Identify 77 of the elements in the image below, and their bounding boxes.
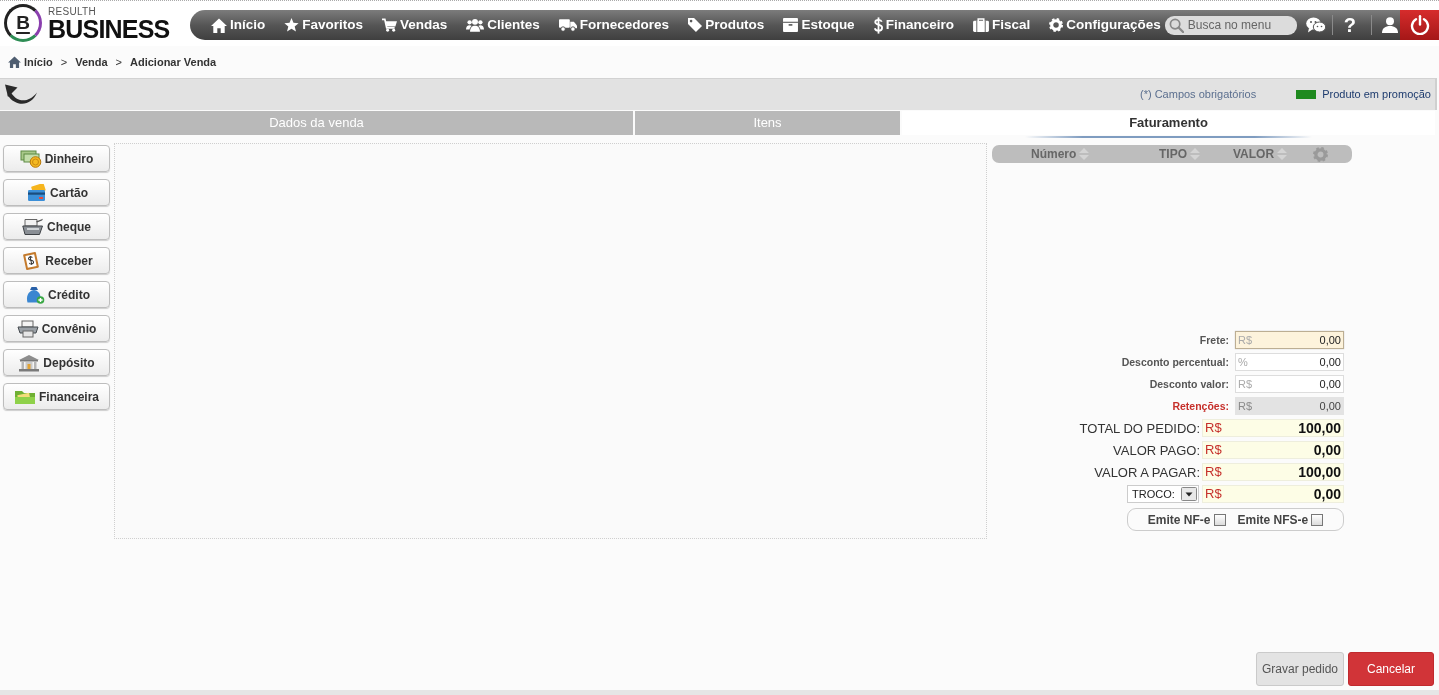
total-label: TOTAL DO PEDIDO: (1079, 420, 1200, 436)
menu-link[interactable]: Fornecedores (558, 14, 670, 36)
tab[interactable]: Faturamento (902, 111, 1435, 138)
required-fields-note: (*) Campos obrigatórios (1140, 87, 1257, 103)
change-select[interactable]: TROCO: (1127, 485, 1199, 503)
checkbox[interactable] (1213, 513, 1226, 526)
printer-icon (16, 319, 39, 338)
menu-link[interactable]: Clientes (466, 14, 540, 36)
checkbox[interactable] (1311, 513, 1324, 526)
dollar-icon (873, 16, 883, 34)
menu-link[interactable]: Produtos (688, 14, 765, 36)
search-field[interactable]: Busca no menu (1164, 15, 1297, 35)
total-label: VALOR A PAGAR: (1094, 464, 1200, 480)
star-icon (284, 18, 300, 32)
payment-button[interactable]: Receber (3, 247, 110, 274)
field-label: Desconto percentual: (1121, 355, 1229, 369)
change-field: R$ 0,00 (1202, 485, 1344, 503)
power-icon (1409, 15, 1430, 35)
checkbox-label: Emite NF-e (1147, 511, 1211, 529)
field-label: Retenções: (1172, 399, 1229, 413)
total-field: R$ 100,00 (1202, 419, 1344, 437)
logo-mark: B (4, 4, 42, 42)
help-button[interactable]: ? (1343, 15, 1356, 35)
field-label: Frete: (1199, 333, 1229, 347)
cancel-button[interactable]: Cancelar (1348, 652, 1434, 686)
breadcrumb-separator: > (115, 54, 122, 70)
briefcase-icon (972, 18, 989, 32)
menu-link[interactable]: Favoritos (284, 14, 364, 36)
search-icon (1168, 17, 1184, 33)
amount-field[interactable]: % 0,00 (1235, 353, 1344, 371)
breadcrumb-current: Adicionar Venda (130, 54, 217, 70)
cart-icon (382, 18, 398, 32)
checkbox-label: Emite NFS-e (1237, 511, 1309, 529)
menu-link[interactable]: Fiscal (972, 14, 1031, 36)
total-field: R$ 100,00 (1202, 463, 1344, 481)
menu-link[interactable]: Configurações (1049, 14, 1161, 36)
home-icon (211, 17, 227, 33)
credit-card-icon (25, 183, 47, 202)
field-label: Desconto valor: (1149, 377, 1229, 391)
payment-button[interactable]: Depósito (3, 349, 110, 376)
tag-icon (688, 18, 703, 32)
money-icon (19, 149, 42, 168)
home-icon[interactable] (8, 56, 21, 68)
truck-icon (558, 18, 577, 32)
user-icon[interactable] (1381, 17, 1398, 33)
total-label: VALOR PAGO: (1113, 442, 1200, 458)
save-order-button[interactable]: Gravar pedido (1256, 652, 1344, 686)
payment-button[interactable]: Cheque (3, 213, 110, 240)
chat-icon[interactable] (1305, 17, 1326, 33)
amount-field[interactable]: R$ 0,00 (1235, 331, 1344, 349)
back-arrow-icon[interactable] (4, 82, 38, 107)
breadcrumb-link[interactable]: Início (24, 53, 53, 71)
breadcrumb-link[interactable]: Venda (75, 53, 108, 71)
brand-subtitle: RESULTH (48, 5, 98, 17)
brand-name: BUSINESS (48, 16, 170, 41)
gear-icon (1049, 18, 1064, 32)
typewriter-icon (22, 217, 44, 236)
menu-link[interactable]: Vendas (382, 14, 448, 36)
payment-button[interactable]: Financeira (3, 383, 110, 410)
caret-icon[interactable] (1181, 487, 1197, 501)
power-button[interactable] (1400, 10, 1439, 40)
payment-button[interactable]: Cartão (3, 179, 110, 206)
box-icon (783, 18, 799, 32)
total-field: R$ 0,00 (1202, 441, 1344, 459)
payment-button[interactable]: Dinheiro (3, 145, 110, 172)
bank-icon (18, 353, 41, 372)
payment-button[interactable]: Crédito (3, 281, 110, 308)
payment-button[interactable]: Convênio (3, 315, 110, 342)
amount-field: R$ 0,00 (1235, 397, 1344, 415)
legend-label: Produto em promoção (1322, 87, 1431, 103)
menu-link[interactable]: Início (211, 14, 266, 36)
amount-field[interactable]: R$ 0,00 (1235, 375, 1344, 393)
menu-link[interactable]: Estoque (783, 14, 855, 36)
breadcrumb-separator: > (60, 54, 68, 70)
menu-link[interactable]: Financeiro (873, 14, 954, 36)
swatch-icon (1296, 90, 1317, 99)
users-icon (466, 18, 485, 32)
